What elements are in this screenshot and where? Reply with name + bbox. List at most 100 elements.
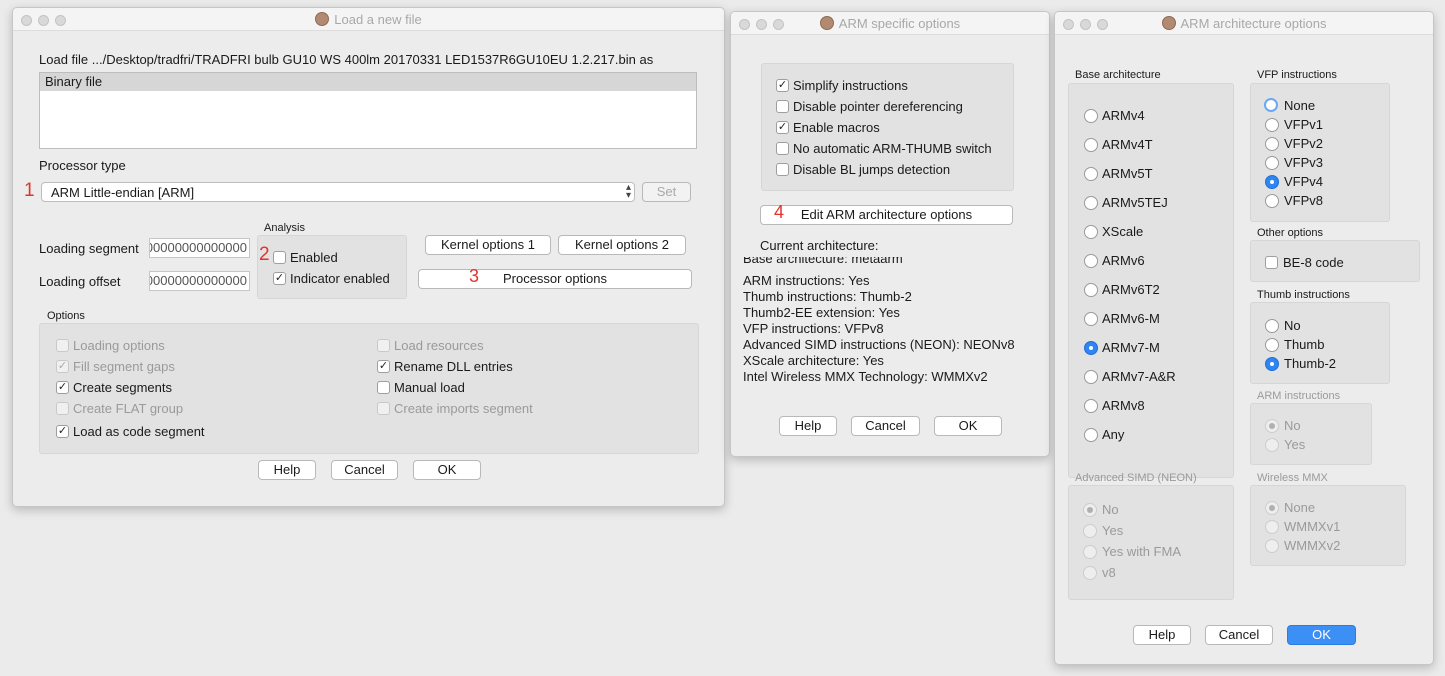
option-label: Load resources	[394, 338, 484, 353]
option-label: Manual load	[394, 380, 465, 395]
thumb-radio-selected[interactable]	[1265, 357, 1279, 371]
neon-option-label: v8	[1102, 565, 1116, 580]
titlebar[interactable]: Load a new file	[13, 8, 724, 31]
kernel-options-1-button[interactable]: Kernel options 1	[425, 235, 551, 255]
mmx-option-label: None	[1284, 500, 1316, 515]
edit-arm-architecture-label: Edit ARM architecture options	[800, 207, 973, 222]
load-file-label: Load file .../Desktop/tradfri/TRADFRI bu…	[39, 52, 654, 67]
thumb-radio[interactable]	[1265, 319, 1279, 333]
processor-select[interactable]: ARM Little-endian [ARM] ▴ ▾	[41, 182, 635, 202]
no-arm-thumb-switch-checkbox[interactable]	[776, 142, 789, 155]
rename-dll-entries-checkbox[interactable]: ✓	[377, 360, 390, 373]
processor-options-button[interactable]: 3 Processor options	[418, 267, 692, 289]
base-arch-radio-selected[interactable]	[1084, 341, 1098, 355]
be8-code-checkbox[interactable]	[1265, 256, 1278, 269]
indicator-enabled-checkbox[interactable]: ✓	[273, 272, 286, 285]
neon-radio[interactable]	[1083, 545, 1097, 559]
base-arch-radio[interactable]	[1084, 428, 1098, 442]
manual-load-checkbox[interactable]	[377, 381, 390, 394]
neon-radio-selected[interactable]	[1083, 503, 1097, 517]
titlebar[interactable]: ARM architecture options	[1055, 12, 1433, 35]
base-arch-radio[interactable]	[1084, 167, 1098, 181]
vfp-radio[interactable]	[1265, 118, 1279, 132]
base-arch-radio[interactable]	[1084, 109, 1098, 123]
analysis-enabled-checkbox[interactable]	[273, 251, 286, 264]
load-as-code-segment-checkbox[interactable]: ✓	[56, 425, 69, 438]
base-arch-radio[interactable]	[1084, 283, 1098, 297]
ok-button[interactable]: OK	[413, 460, 481, 480]
option-label: Fill segment gaps	[73, 359, 175, 374]
arm-instr-radio[interactable]	[1265, 438, 1279, 452]
base-arch-option-label: ARMv8	[1102, 398, 1145, 413]
option-label: Loading options	[73, 338, 165, 353]
thumb-radio[interactable]	[1265, 338, 1279, 352]
base-arch-radio[interactable]	[1084, 196, 1098, 210]
chevron-updown-icon: ▴ ▾	[625, 182, 631, 201]
vfp-radio-selected[interactable]	[1265, 175, 1279, 189]
base-arch-option-label: ARMv5T	[1102, 166, 1153, 181]
file-type-item[interactable]: Binary file	[40, 73, 696, 91]
option-label: Create segments	[73, 380, 172, 395]
ok-button[interactable]: OK	[934, 416, 1002, 436]
vfp-option-label: VFPv3	[1284, 155, 1324, 170]
load-resources-checkbox[interactable]	[377, 339, 390, 352]
annotation-marker: 4	[774, 202, 785, 222]
mmx-radio-selected[interactable]	[1265, 501, 1279, 515]
vfp-radio[interactable]	[1264, 98, 1278, 112]
loading-offset-input[interactable]: 0x0000000000000000	[149, 271, 250, 291]
arm-instr-radio-selected[interactable]	[1265, 419, 1279, 433]
create-segments-checkbox[interactable]: ✓	[56, 381, 69, 394]
help-button[interactable]: Help	[258, 460, 316, 480]
help-button[interactable]: Help	[1133, 625, 1191, 645]
vfp-radio[interactable]	[1265, 156, 1279, 170]
base-arch-option-label: Any	[1102, 427, 1125, 442]
vfp-radio[interactable]	[1265, 194, 1279, 208]
loading-options-checkbox[interactable]	[56, 339, 69, 352]
base-arch-option-label: XScale	[1102, 224, 1144, 239]
mmx-option-label: WMMXv2	[1284, 538, 1341, 553]
vfp-option-label: None	[1284, 98, 1316, 113]
base-arch-radio[interactable]	[1084, 254, 1098, 268]
arm-specific-options-window: ARM specific options ✓ Simplify instruct…	[730, 11, 1050, 457]
fill-segment-gaps-checkbox[interactable]: ✓	[56, 360, 69, 373]
mmx-radio[interactable]	[1265, 520, 1279, 534]
ok-button[interactable]: OK	[1287, 625, 1356, 645]
neon-radio[interactable]	[1083, 566, 1097, 580]
neon-radio[interactable]	[1083, 524, 1097, 538]
create-imports-segment-checkbox[interactable]	[377, 402, 390, 415]
vfp-option-label: VFPv2	[1284, 136, 1324, 151]
enable-macros-checkbox[interactable]: ✓	[776, 121, 789, 134]
base-arch-option-label: ARMv6-M	[1102, 311, 1160, 326]
annotation-marker: 2	[259, 244, 270, 265]
base-arch-option-label: ARMv4	[1102, 108, 1145, 123]
disable-bl-jumps-checkbox[interactable]	[776, 163, 789, 176]
vfp-option-label: VFPv4	[1284, 174, 1324, 189]
loading-segment-input[interactable]: 0x0000000000000000	[149, 238, 250, 258]
analysis-label: Analysis	[264, 222, 305, 234]
help-button[interactable]: Help	[779, 416, 837, 436]
base-arch-radio[interactable]	[1084, 399, 1098, 413]
arm-instructions-group	[1250, 403, 1372, 465]
file-type-list[interactable]: Binary file	[39, 72, 697, 149]
wireless-mmx-label: Wireless MMX	[1257, 472, 1328, 484]
indicator-enabled-label: Indicator enabled	[290, 271, 390, 286]
thumb-instructions-label: Thumb instructions	[1257, 289, 1350, 301]
vfp-radio[interactable]	[1265, 137, 1279, 151]
arch-line: Thumb2-EE extension: Yes	[743, 305, 900, 320]
cancel-button[interactable]: Cancel	[1205, 625, 1273, 645]
cancel-button[interactable]: Cancel	[331, 460, 398, 480]
simplify-instructions-checkbox[interactable]: ✓	[776, 79, 789, 92]
cancel-button[interactable]: Cancel	[851, 416, 920, 436]
base-arch-radio[interactable]	[1084, 312, 1098, 326]
create-flat-group-checkbox[interactable]	[56, 402, 69, 415]
titlebar[interactable]: ARM specific options	[731, 12, 1049, 35]
base-arch-radio[interactable]	[1084, 370, 1098, 384]
edit-arm-architecture-button[interactable]: 4 Edit ARM architecture options	[760, 202, 1013, 225]
option-label: Simplify instructions	[793, 78, 908, 93]
set-button[interactable]: Set	[642, 182, 691, 202]
mmx-radio[interactable]	[1265, 539, 1279, 553]
base-arch-radio[interactable]	[1084, 138, 1098, 152]
disable-pointer-deref-checkbox[interactable]	[776, 100, 789, 113]
base-arch-radio[interactable]	[1084, 225, 1098, 239]
kernel-options-2-button[interactable]: Kernel options 2	[558, 235, 686, 255]
